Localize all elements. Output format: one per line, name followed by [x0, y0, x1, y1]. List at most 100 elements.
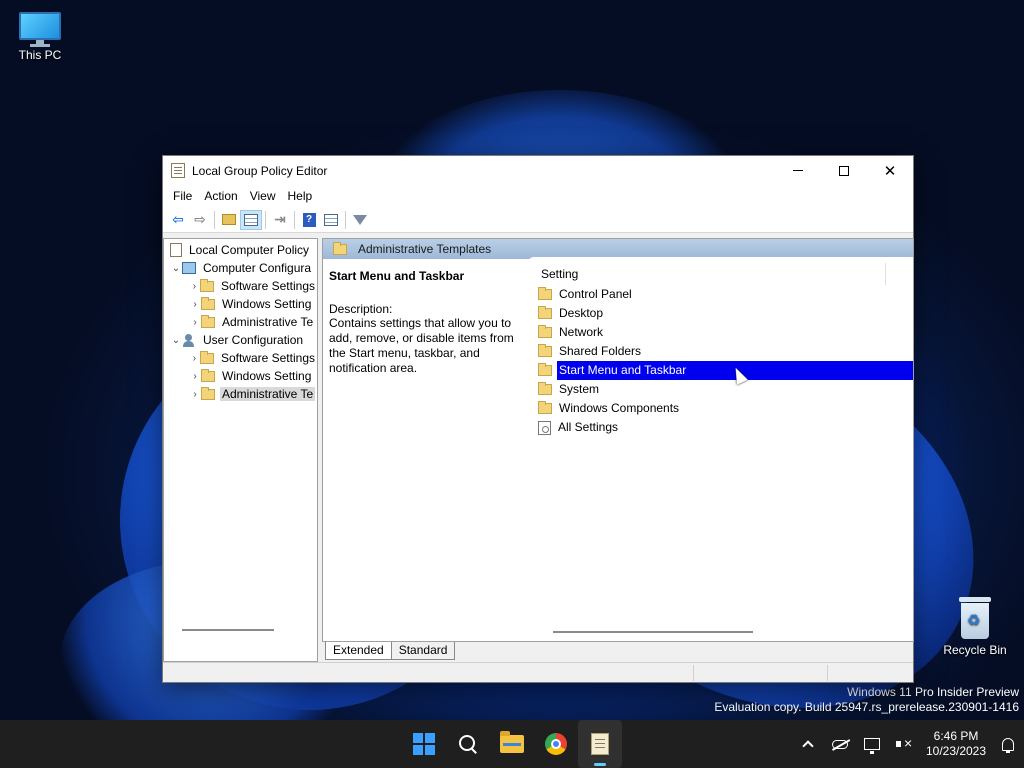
tree-item-label: Software Settings [220, 279, 315, 293]
clock[interactable]: 6:46 PM 10/23/2023 [920, 729, 992, 759]
tree-item-label: Windows Setting [222, 297, 312, 311]
forward-arrow-icon: ⇨ [194, 211, 206, 227]
start-button[interactable] [402, 720, 446, 768]
chevron-down-icon[interactable]: ⌄ [170, 335, 182, 346]
maximize-icon [839, 165, 849, 176]
title-bar[interactable]: Local Group Policy Editor ✕ [163, 156, 913, 185]
back-button[interactable]: ⇦ [167, 210, 189, 230]
tab-extended[interactable]: Extended [325, 642, 392, 660]
tree-horizontal-scrollbar[interactable] [182, 629, 274, 631]
search-button[interactable] [446, 720, 490, 768]
tree-item-label: Windows Setting [222, 369, 312, 383]
folder-icon [538, 382, 552, 395]
desktop-icon-this-pc[interactable]: This PC [0, 12, 80, 62]
network-icon [864, 738, 880, 754]
chevron-right-icon[interactable]: › [189, 389, 201, 400]
clock-time: 6:46 PM [933, 729, 979, 743]
network-button[interactable] [856, 720, 888, 768]
show-hide-tree-button[interactable] [240, 209, 262, 230]
chevron-right-icon[interactable]: › [189, 353, 200, 364]
settings-list[interactable]: Setting Control Panel Desktop Network Sh… [528, 257, 913, 641]
group-policy-editor-taskbar-button[interactable] [578, 720, 622, 768]
tree-item-software-settings[interactable]: › Software Settings [164, 349, 317, 367]
tree-item-administrative-templates-selected[interactable]: › Administrative Te [164, 385, 317, 403]
tree-item-windows-settings[interactable]: › Windows Setting [164, 295, 317, 313]
pane-header-title: Administrative Templates [358, 242, 492, 256]
notifications-button[interactable] [992, 720, 1024, 768]
tree-item-windows-settings[interactable]: › Windows Setting [164, 367, 317, 385]
volume-button[interactable] [888, 720, 920, 768]
column-separator[interactable] [885, 263, 886, 285]
onedrive-icon [832, 739, 848, 749]
description-panel: Start Menu and Taskbar Description: Cont… [329, 269, 519, 376]
export-list-button[interactable]: ⇥ [269, 210, 291, 230]
help-icon: ? [302, 212, 316, 227]
properties-button[interactable] [320, 210, 342, 230]
chevron-right-icon[interactable]: › [189, 317, 201, 328]
desktop-icon-label: Recycle Bin [943, 643, 1007, 657]
chevron-down-icon[interactable]: ⌄ [170, 263, 182, 274]
chrome-button[interactable] [534, 720, 578, 768]
status-divider [827, 665, 828, 681]
tree-item-administrative-templates[interactable]: › Administrative Te [164, 313, 317, 331]
taskbar: 6:46 PM 10/23/2023 [0, 720, 1024, 768]
list-item[interactable]: Control Panel [528, 285, 913, 304]
chevron-right-icon[interactable]: › [189, 281, 200, 292]
close-button[interactable]: ✕ [867, 156, 913, 185]
tree-item-user-configuration[interactable]: ⌄ User Configuration [164, 331, 317, 349]
onedrive-button[interactable] [824, 720, 856, 768]
properties-icon [324, 213, 338, 226]
filter-icon [353, 214, 367, 225]
system-tray: 6:46 PM 10/23/2023 [792, 720, 1024, 768]
watermark-line-1: Windows 11 Pro Insider Preview [847, 685, 1019, 699]
list-horizontal-scrollbar[interactable] [553, 631, 753, 633]
tree-item-software-settings[interactable]: › Software Settings [164, 277, 317, 295]
tree-item-local-computer-policy[interactable]: Local Computer Policy [164, 241, 317, 259]
policy-document-icon [170, 243, 182, 257]
tree-item-label: User Configuration [203, 333, 304, 347]
tab-standard[interactable]: Standard [390, 642, 456, 660]
column-header-setting[interactable]: Setting [528, 263, 913, 285]
folder-icon [201, 296, 215, 310]
navigation-tree[interactable]: Local Computer Policy ⌄ Computer Configu… [163, 238, 318, 662]
all-settings-icon [538, 420, 551, 435]
folder-icon [199, 278, 214, 292]
computer-icon [182, 262, 196, 274]
desktop-icon-label: This PC [18, 48, 62, 62]
show-hidden-icons-button[interactable] [792, 720, 824, 768]
menu-view[interactable]: View [244, 189, 282, 203]
chevron-right-icon[interactable]: › [189, 371, 201, 382]
tree-item-computer-configuration[interactable]: ⌄ Computer Configura [164, 259, 317, 277]
list-item[interactable]: Windows Components [528, 399, 913, 418]
volume-muted-icon [896, 735, 912, 751]
status-bar [163, 662, 913, 682]
help-button[interactable]: ? [298, 210, 320, 230]
description-title: Start Menu and Taskbar [329, 269, 465, 283]
list-item[interactable]: Network [528, 323, 913, 342]
list-item[interactable]: System [528, 380, 913, 399]
file-explorer-button[interactable] [490, 720, 534, 768]
description-text: Contains settings that allow you to add,… [329, 316, 514, 375]
filter-button[interactable] [349, 210, 371, 230]
menu-action[interactable]: Action [198, 189, 243, 203]
minimize-button[interactable] [775, 156, 821, 185]
maximize-button[interactable] [821, 156, 867, 185]
list-item[interactable]: Shared Folders [528, 342, 913, 361]
minimize-icon [793, 170, 803, 171]
up-one-level-button[interactable] [218, 210, 240, 230]
forward-button[interactable]: ⇨ [189, 210, 211, 230]
tree-item-label: Administrative Te [220, 387, 316, 401]
toolbar-separator [265, 210, 266, 229]
list-item-selected[interactable]: Start Menu and Taskbar [528, 361, 913, 380]
chevron-right-icon[interactable]: › [189, 299, 201, 310]
details-pane: Administrative Templates Start Menu and … [322, 238, 914, 642]
menu-help[interactable]: Help [282, 189, 319, 203]
list-item-label: System [559, 382, 600, 396]
list-item[interactable]: All Settings [528, 418, 913, 437]
show-hide-tree-icon [244, 213, 258, 226]
group-policy-editor-icon [591, 733, 609, 755]
folder-icon [333, 241, 347, 255]
desktop-icon-recycle-bin[interactable]: ♻ Recycle Bin [935, 597, 1015, 657]
menu-file[interactable]: File [167, 189, 198, 203]
list-item[interactable]: Desktop [528, 304, 913, 323]
